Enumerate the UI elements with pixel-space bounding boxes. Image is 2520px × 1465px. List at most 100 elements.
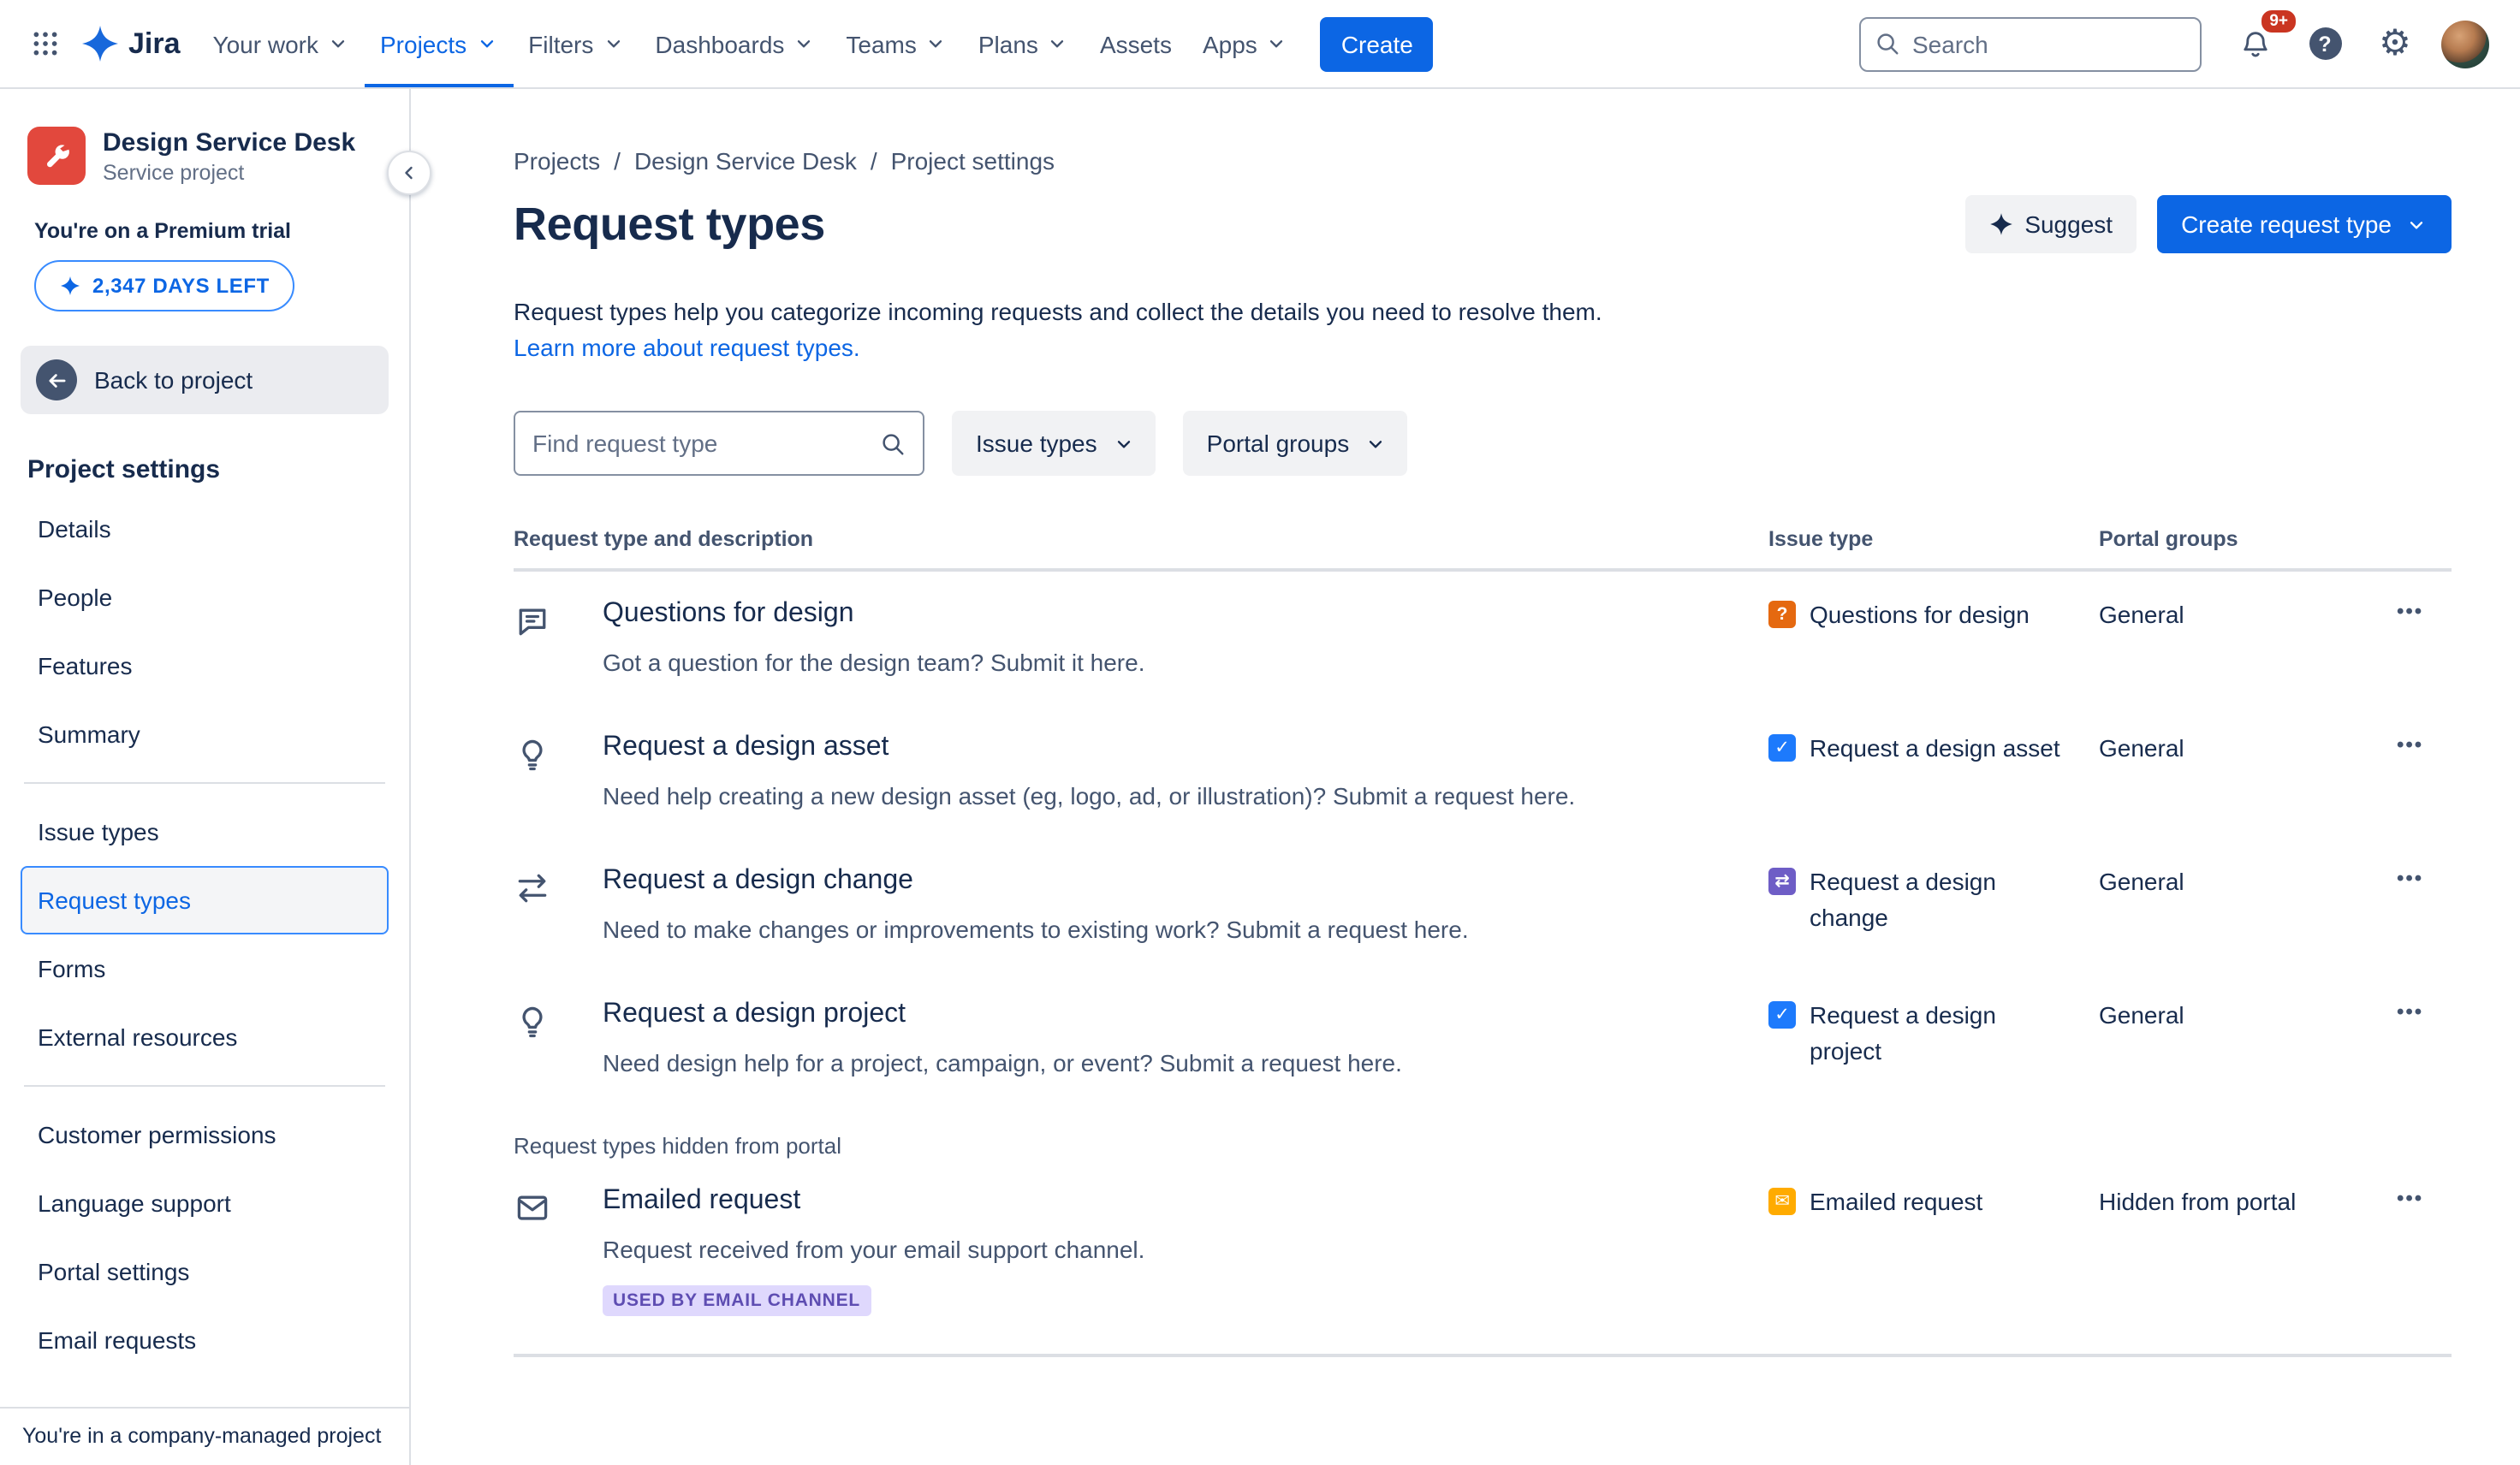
project-title-block: Design Service Desk Service project [103, 127, 355, 185]
issue-types-filter-dropdown[interactable]: Issue types [952, 411, 1156, 476]
request-type-title[interactable]: Emailed request [603, 1183, 800, 1219]
hidden-from-portal-section-label: Request types hidden from portal [514, 1133, 841, 1159]
search-input[interactable] [1912, 30, 2186, 57]
request-type-title[interactable]: Request a design asset [603, 729, 889, 765]
issue-type-label: Questions for design [1810, 601, 2030, 628]
breadcrumb-project-settings[interactable]: Project settings [891, 147, 1055, 175]
sidebar-item-summary[interactable]: Summary [21, 700, 389, 768]
trial-text: You're on a Premium trial [34, 219, 291, 243]
sidebar-item-issue-types[interactable]: Issue types [21, 798, 389, 866]
envelope-icon [514, 1189, 551, 1227]
breadcrumb-projects[interactable]: Projects [514, 147, 600, 175]
portal-group-cell: General [2099, 868, 2184, 895]
sidebar-item-external-resources[interactable]: External resources [21, 1003, 389, 1071]
portal-group-cell: General [2099, 1001, 2184, 1029]
request-type-title[interactable]: Request a design change [603, 863, 913, 899]
sidebar-item-request-types[interactable]: Request types [21, 866, 389, 934]
jira-app: Jira Your work Projects Filters Dashboar… [0, 0, 2520, 1465]
jira-logo[interactable]: Jira [72, 26, 198, 62]
used-by-email-channel-badge: USED BY EMAIL CHANNEL [603, 1285, 871, 1316]
settings-button[interactable]: ⚙ [2368, 16, 2422, 71]
create-button[interactable]: Create [1320, 16, 1434, 71]
breadcrumb: Projects / Design Service Desk / Project… [514, 147, 2452, 175]
portal-groups-filter-dropdown[interactable]: Portal groups [1182, 411, 1408, 476]
question-issue-type-icon: ? [1768, 601, 1796, 628]
nav-item-plans[interactable]: Plans [963, 0, 1085, 87]
find-request-type-input[interactable] [532, 430, 866, 457]
issue-type-label: Request a design change [1810, 868, 1996, 931]
table-row: Request a design project Need design hel… [514, 972, 2452, 1106]
request-type-description: Need help creating a new design asset (e… [603, 782, 1576, 810]
request-types-table: Request type and description Issue type … [514, 527, 2452, 1357]
arrow-left-icon [36, 359, 77, 400]
breadcrumb-project-name[interactable]: Design Service Desk [634, 147, 857, 175]
portal-group-cell: Hidden from portal [2099, 1188, 2297, 1215]
notification-count-badge: 9+ [2258, 6, 2299, 36]
jira-logo-text: Jira [128, 27, 181, 59]
project-name: Design Service Desk [103, 128, 356, 157]
sidebar-footer-note: You're in a company-managed project [0, 1407, 409, 1465]
sidebar-item-email-requests[interactable]: Email requests [21, 1306, 389, 1374]
filter-bar: Issue types Portal groups [514, 411, 2452, 476]
settings-nav-group-3: Customer permissions Language support Po… [21, 1100, 389, 1374]
chevron-down-icon [1270, 40, 1283, 48]
sidebar-collapse-button[interactable] [387, 151, 431, 195]
nav-item-filters[interactable]: Filters [513, 0, 639, 87]
sidebar-item-forms[interactable]: Forms [21, 934, 389, 1003]
column-header-request-type: Request type and description [514, 527, 814, 551]
table-row: Request a design change Need to make cha… [514, 839, 2452, 972]
nav-item-teams[interactable]: Teams [830, 0, 962, 87]
nav-item-assets[interactable]: Assets [1085, 0, 1187, 87]
issue-type-label: Request a design asset [1810, 734, 2060, 762]
lightbulb-icon [514, 1003, 551, 1041]
profile-button[interactable] [2438, 16, 2493, 71]
sidebar-item-language-support[interactable]: Language support [21, 1169, 389, 1237]
help-button[interactable]: ? [2297, 16, 2352, 71]
trial-days-pill[interactable]: 2,347 DAYS LEFT [34, 260, 295, 311]
suggest-button[interactable]: Suggest [1964, 195, 2137, 253]
row-more-button[interactable]: ••• [2397, 729, 2423, 760]
project-type: Service project [103, 161, 245, 185]
lightbulb-icon [514, 736, 551, 774]
gear-icon: ⚙ [2379, 24, 2411, 63]
learn-more-link[interactable]: Learn more about request types. [514, 330, 860, 366]
nav-item-your-work[interactable]: Your work [198, 0, 366, 87]
row-more-button[interactable]: ••• [2397, 1183, 2423, 1213]
issue-type-label: Request a design project [1810, 1001, 1996, 1065]
create-request-type-button[interactable]: Create request type [2157, 195, 2452, 253]
chevron-down-icon [331, 40, 345, 48]
row-more-button[interactable]: ••• [2397, 863, 2423, 893]
column-header-portal-groups: Portal groups [2099, 527, 2238, 551]
nav-item-dashboards[interactable]: Dashboards [639, 0, 830, 87]
app-grid-icon [30, 29, 59, 58]
app-switcher-button[interactable] [17, 16, 72, 71]
row-more-button[interactable]: ••• [2397, 996, 2423, 1027]
request-issue-type-icon: ✓ [1768, 734, 1796, 762]
project-settings-heading: Project settings [27, 455, 221, 484]
notifications-button[interactable]: 9+ [2227, 6, 2299, 71]
table-header: Request type and description Issue type … [514, 527, 2452, 572]
change-issue-type-icon: ⇄ [1768, 868, 1796, 895]
sparkle-icon [60, 276, 80, 296]
nav-item-apps[interactable]: Apps [1187, 0, 1304, 87]
sidebar-item-people[interactable]: People [21, 563, 389, 632]
row-more-button[interactable]: ••• [2397, 596, 2423, 626]
issue-type-cell: ✉ Emailed request [1768, 1183, 2099, 1220]
chevron-down-icon [2410, 221, 2423, 228]
sidebar-item-features[interactable]: Features [21, 632, 389, 700]
nav-item-projects[interactable]: Projects [365, 0, 513, 87]
sidebar-item-details[interactable]: Details [21, 495, 389, 563]
swap-arrows-icon [514, 869, 551, 907]
table-row: Request a design asset Need help creatin… [514, 705, 2452, 839]
chevron-down-icon [480, 40, 493, 48]
portal-group-cell: General [2099, 601, 2184, 628]
request-type-title[interactable]: Request a design project [603, 996, 906, 1032]
search-icon [880, 430, 906, 456]
back-to-project-button[interactable]: Back to project [21, 346, 389, 414]
main-content: Projects / Design Service Desk / Project… [411, 89, 2520, 1465]
avatar [2441, 20, 2489, 68]
issue-type-cell: ✓ Request a design asset [1768, 729, 2099, 767]
sidebar-item-customer-permissions[interactable]: Customer permissions [21, 1100, 389, 1169]
request-type-title[interactable]: Questions for design [603, 596, 854, 632]
sidebar-item-portal-settings[interactable]: Portal settings [21, 1237, 389, 1306]
